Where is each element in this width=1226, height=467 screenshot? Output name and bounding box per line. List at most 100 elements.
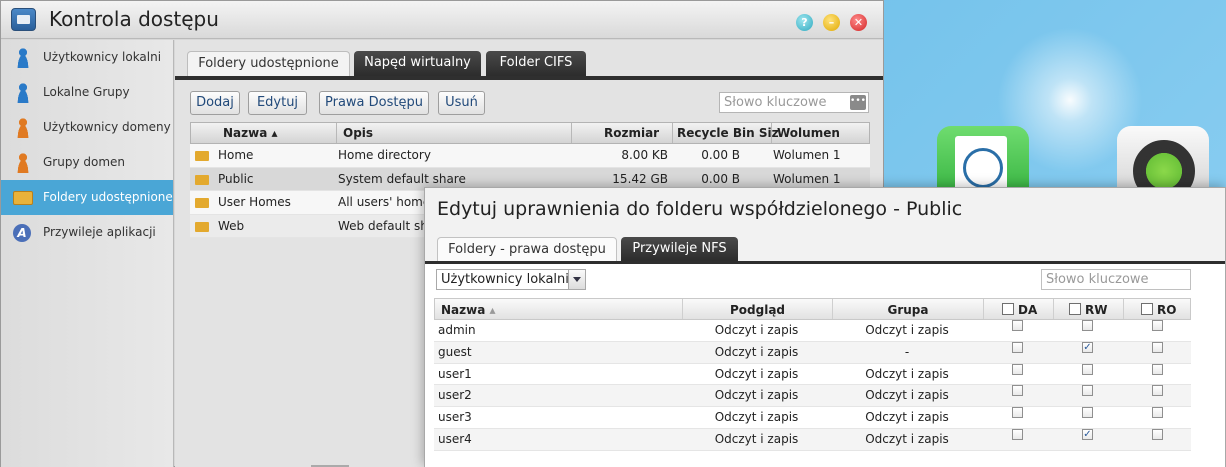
- column-header-volume[interactable]: Wolumen: [777, 126, 840, 140]
- app-privilege-icon: A: [13, 224, 31, 242]
- dialog-search-placeholder: Słowo kluczowe: [1046, 272, 1149, 287]
- ro-checkbox[interactable]: [1152, 363, 1163, 375]
- da-checkbox[interactable]: [1012, 341, 1023, 353]
- row-name: Public: [218, 171, 254, 186]
- folder-icon: [195, 174, 209, 185]
- column-header-name[interactable]: Nazwa ▴: [441, 303, 496, 317]
- da-checkbox[interactable]: [1012, 385, 1023, 397]
- row-user-name: user3: [438, 410, 472, 425]
- domain-group-icon: [15, 153, 31, 173]
- row-volume: Wolumen 1: [773, 148, 841, 162]
- dialog-body: Użytkownicy lokalni Słowo kluczowe Nazwa…: [425, 264, 1225, 467]
- sidebar-item-label: Lokalne Grupy: [43, 85, 130, 99]
- rw-checkbox[interactable]: [1082, 363, 1093, 375]
- sidebar-item-domain-groups[interactable]: Grupy domen: [1, 145, 173, 180]
- rw-checkbox[interactable]: [1082, 407, 1093, 419]
- row-name: Home: [218, 148, 254, 162]
- tab-cifs-folder[interactable]: Folder CIFS: [486, 51, 586, 77]
- da-checkbox[interactable]: [1012, 428, 1023, 440]
- folder-icon: [195, 198, 209, 208]
- rw-checkbox[interactable]: ✓: [1082, 341, 1093, 353]
- row-user-name: admin: [438, 323, 476, 337]
- sidebar-item-shared-folders[interactable]: Foldery udostępnione: [1, 180, 173, 215]
- row-user-name: user4: [438, 431, 472, 446]
- user-type-select[interactable]: Użytkownicy lokalni: [436, 269, 586, 290]
- sidebar-item-label: Użytkownicy domeny: [43, 120, 171, 134]
- tab-folder-access-rights[interactable]: Foldery - prawa dostępu: [437, 237, 617, 262]
- ro-checkbox[interactable]: [1152, 428, 1163, 440]
- column-header-name[interactable]: Nazwa ▴: [223, 126, 278, 140]
- row-preview: Odczyt i zapis: [714, 366, 799, 381]
- user-icon: [15, 48, 31, 68]
- sidebar-item-local-users[interactable]: Użytkownicy lokalni: [1, 40, 173, 75]
- row-desc: All users' home: [338, 195, 428, 209]
- search-options-icon[interactable]: •••: [850, 95, 866, 110]
- tab-shared-folders[interactable]: Foldery udostępnione: [187, 51, 350, 77]
- sidebar-item-label: Przywileje aplikacji: [43, 225, 156, 239]
- row-preview: Odczyt i zapis: [714, 431, 799, 446]
- permission-row[interactable]: user4 Odczyt i zapis Odczyt i zapis ✓: [434, 428, 1191, 451]
- row-group: Odczyt i zapis: [865, 410, 949, 425]
- permission-row[interactable]: guest Odczyt i zapis - ✓: [434, 341, 1191, 364]
- folder-icon: [195, 151, 209, 161]
- da-all-checkbox[interactable]: [1002, 303, 1014, 315]
- row-preview: Odczyt i zapis: [714, 410, 799, 425]
- ro-checkbox[interactable]: [1152, 341, 1163, 353]
- tab-nfs-privileges[interactable]: Przywileje NFS: [621, 237, 738, 262]
- row-group: Odczyt i zapis: [865, 366, 949, 381]
- edit-button[interactable]: Edytuj: [248, 91, 307, 115]
- minimize-icon[interactable]: –: [823, 14, 840, 31]
- row-user-name: user2: [438, 388, 472, 403]
- window-title: Kontrola dostępu: [49, 7, 219, 31]
- rw-checkbox[interactable]: [1082, 385, 1093, 397]
- add-button[interactable]: Dodaj: [190, 91, 240, 115]
- permission-row[interactable]: admin Odczyt i zapis Odczyt i zapis: [434, 320, 1191, 342]
- rw-checkbox[interactable]: [1082, 320, 1093, 331]
- column-header-da: DA: [1018, 303, 1038, 317]
- tab-underline: [175, 76, 883, 80]
- da-checkbox[interactable]: [1012, 363, 1023, 375]
- sidebar-item-local-groups[interactable]: Lokalne Grupy: [1, 75, 173, 110]
- row-name: Web: [218, 218, 245, 233]
- window-titlebar: Kontrola dostępu ? – ✕: [1, 1, 883, 39]
- edit-permissions-dialog: Edytuj uprawnienia do folderu współdziel…: [424, 187, 1226, 467]
- da-checkbox[interactable]: [1012, 407, 1023, 419]
- column-header-preview: Podgląd: [729, 303, 786, 317]
- rw-all-checkbox[interactable]: [1069, 303, 1081, 315]
- permission-row[interactable]: user1 Odczyt i zapis Odczyt i zapis: [434, 363, 1191, 386]
- row-preview: Odczyt i zapis: [714, 323, 799, 337]
- da-checkbox[interactable]: [1012, 320, 1023, 331]
- dialog-search-input[interactable]: Słowo kluczowe: [1041, 269, 1191, 290]
- rw-checkbox[interactable]: ✓: [1082, 428, 1093, 440]
- sidebar-item-domain-users[interactable]: Użytkownicy domeny: [1, 110, 173, 145]
- ro-all-checkbox[interactable]: [1141, 303, 1153, 315]
- permission-row[interactable]: user2 Odczyt i zapis Odczyt i zapis: [434, 385, 1191, 408]
- access-rights-button[interactable]: Prawa Dostępu: [319, 91, 429, 115]
- row-group: Odczyt i zapis: [865, 431, 949, 446]
- row-preview: Odczyt i zapis: [714, 388, 799, 403]
- column-header-recycle[interactable]: Recycle Bin Siz: [677, 126, 779, 140]
- chevron-down-icon[interactable]: [568, 270, 585, 289]
- table-header: Nazwa ▴ Opis Rozmiar Recycle Bin Siz Wol…: [190, 122, 870, 144]
- dialog-title: Edytuj uprawnienia do folderu współdziel…: [437, 198, 963, 220]
- row-user-name: guest: [438, 344, 472, 359]
- permissions-rows: admin Odczyt i zapis Odczyt i zapis guest Od…: [434, 320, 1191, 451]
- ro-checkbox[interactable]: [1152, 385, 1163, 397]
- table-row[interactable]: Home Home directory 8.00 KB 0.00 B Wolum…: [190, 144, 870, 168]
- search-input[interactable]: Słowo kluczowe •••: [719, 92, 869, 113]
- column-header-size[interactable]: Rozmiar: [604, 126, 659, 140]
- close-icon[interactable]: ✕: [850, 14, 867, 31]
- ro-checkbox[interactable]: [1152, 320, 1163, 331]
- ro-checkbox[interactable]: [1152, 407, 1163, 419]
- permissions-table: Nazwa ▴ Podgląd Grupa DA RW RO admin Odcz…: [434, 298, 1191, 451]
- delete-button[interactable]: Usuń: [438, 91, 485, 115]
- row-recycle: 0.00 B: [701, 148, 740, 162]
- help-icon[interactable]: ?: [796, 14, 813, 31]
- tab-virtual-drive[interactable]: Napęd wirtualny: [354, 51, 481, 77]
- row-user-name: user1: [438, 366, 472, 381]
- column-header-desc[interactable]: Opis: [343, 126, 373, 140]
- sidebar-item-app-privileges[interactable]: A Przywileje aplikacji: [1, 215, 173, 250]
- permission-row[interactable]: user3 Odczyt i zapis Odczyt i zapis: [434, 407, 1191, 429]
- column-header-group: Grupa: [887, 303, 929, 317]
- column-header-rw: RW: [1085, 303, 1108, 317]
